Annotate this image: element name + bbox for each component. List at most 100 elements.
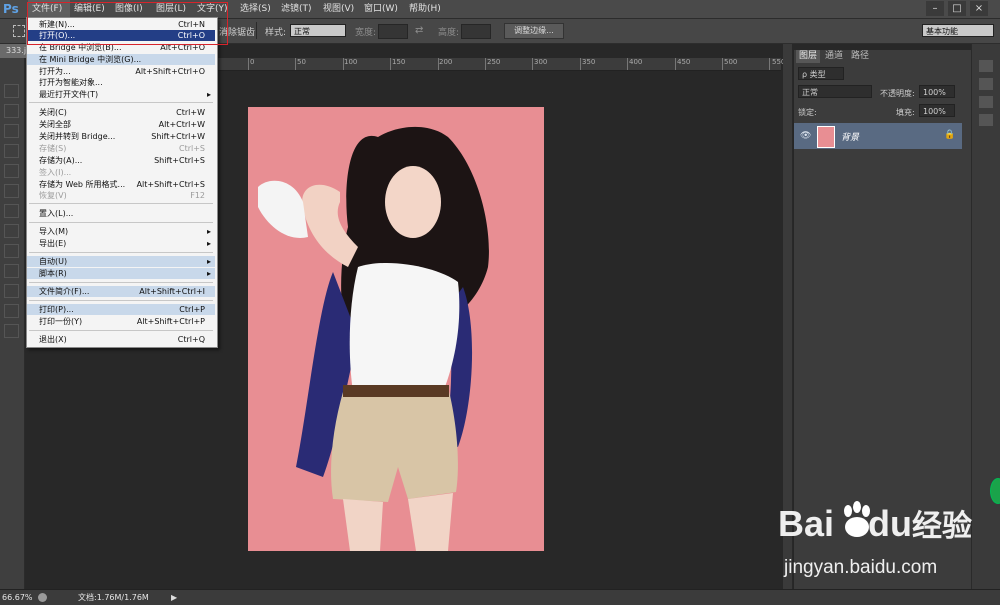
opacity-input[interactable]: 100% (919, 85, 955, 98)
menu-item-browse-mini-bridge[interactable]: 在 Mini Bridge 中浏览(G)... (27, 54, 215, 65)
workspace-select[interactable]: 基本功能 (922, 24, 994, 37)
tab-paths[interactable]: 路径 (848, 50, 872, 63)
tool-eraser-icon[interactable] (4, 284, 19, 298)
panel-icon[interactable] (979, 78, 993, 90)
menu-separator (29, 222, 213, 223)
status-icon[interactable] (38, 593, 47, 602)
swap-icon[interactable]: ⇄ (415, 25, 423, 36)
baidu-jingyan-watermark: Bai du经验 jingyan.baidu.com (778, 495, 988, 590)
document-size-info: 文档:1.76M/1.76M (78, 593, 149, 602)
menu-separator (29, 330, 213, 331)
tool-history-brush-icon[interactable] (4, 264, 19, 278)
menu-item-save-as[interactable]: 存储为(A)... Shift+Ctrl+S (27, 155, 215, 166)
layer-thumbnail (817, 126, 835, 148)
menu-item-automate[interactable]: 自动(U) ▸ (27, 256, 215, 267)
menu-item-close-go-bridge[interactable]: 关闭并转到 Bridge... Shift+Ctrl+W (27, 131, 215, 142)
tool-dodge-icon[interactable] (4, 324, 19, 338)
tool-marquee-icon[interactable] (4, 104, 19, 118)
tab-channels[interactable]: 通道 (822, 50, 846, 63)
watermark-brand: Bai (778, 503, 835, 544)
submenu-arrow-icon: ▸ (206, 90, 211, 99)
window-controls: – □ × (926, 1, 996, 17)
width-input[interactable] (378, 24, 408, 39)
tool-crop-icon[interactable] (4, 164, 19, 178)
visibility-eye-icon[interactable]: 👁 (800, 131, 811, 141)
ruler-tick (532, 58, 534, 70)
submenu-arrow-icon: ▸ (206, 257, 211, 266)
menu-view[interactable]: 视图(V) (323, 0, 354, 18)
refine-edge-button[interactable]: 调整边缘... (504, 23, 564, 39)
menu-item-check-in: 签入(I)... (39, 168, 72, 177)
ruler-tick (248, 58, 249, 70)
opacity-label: 不透明度: (880, 89, 915, 98)
menu-item-export[interactable]: 导出(E) ▸ (27, 238, 215, 249)
watermark-url: jingyan.baidu.com (784, 557, 938, 578)
submenu-arrow-icon: ▸ (206, 269, 211, 278)
tool-move-icon[interactable] (4, 84, 19, 98)
close-button[interactable]: × (970, 1, 988, 16)
menu-item-import[interactable]: 导入(M) ▸ (27, 226, 215, 237)
menu-item-scripts[interactable]: 脚本(R) ▸ (27, 268, 215, 279)
menu-window[interactable]: 窗口(W) (364, 0, 398, 18)
minimize-button[interactable]: – (926, 1, 944, 16)
separator (256, 22, 257, 39)
menu-item-file-info[interactable]: 文件简介(F)... Alt+Shift+Ctrl+I (27, 286, 215, 297)
floating-green-button[interactable] (990, 478, 1000, 504)
menu-item-close-all[interactable]: 关闭全部 Alt+Ctrl+W (27, 119, 215, 130)
document-image[interactable] (248, 107, 544, 551)
menu-item-close[interactable]: 关闭(C) Ctrl+W (27, 107, 215, 118)
panel-icon[interactable] (979, 60, 993, 72)
menu-item-place[interactable]: 置入(L)... (27, 208, 215, 219)
menu-item-save: 存储(S) Ctrl+S (39, 144, 205, 153)
layer-filter-select[interactable]: ρ 类型 (798, 67, 844, 80)
tool-gradient-icon[interactable] (4, 304, 19, 318)
menu-item-open-smart-object[interactable]: 打开为智能对象... (27, 77, 215, 88)
blend-mode-select[interactable]: 正常 (798, 85, 872, 98)
ruler-label: 0 (250, 58, 255, 66)
menu-item-print-one-copy[interactable]: 打印一份(Y) Alt+Shift+Ctrl+P (27, 316, 215, 327)
menu-item-save-for-web[interactable]: 存储为 Web 所用格式... Alt+Shift+Ctrl+S (27, 179, 215, 190)
menu-item-open-as[interactable]: 打开为... Alt+Shift+Ctrl+O (27, 66, 215, 77)
tab-layers[interactable]: 图层 (796, 50, 821, 63)
menu-item-print[interactable]: 打印(P)... Ctrl+P (27, 304, 215, 315)
maximize-button[interactable]: □ (948, 1, 966, 16)
ruler-label: 50 (297, 58, 306, 66)
layer-name[interactable]: 背景 (841, 130, 859, 143)
panel-icon[interactable] (979, 96, 993, 108)
ruler-label: 400 (629, 58, 643, 66)
portrait-photo (248, 107, 544, 551)
menu-filter[interactable]: 滤镜(T) (281, 0, 312, 18)
zoom-level[interactable]: 66.67% (2, 591, 33, 604)
marquee-tool-icon[interactable] (13, 25, 25, 37)
panel-icon[interactable] (979, 114, 993, 126)
watermark-suffix: 经验 (912, 510, 973, 543)
menu-select[interactable]: 选择(S) (240, 0, 271, 18)
menu-item-exit[interactable]: 退出(X) Ctrl+Q (27, 334, 215, 345)
tool-brush-icon[interactable] (4, 224, 19, 238)
style-select[interactable]: 正常 (290, 24, 346, 37)
tool-stamp-icon[interactable] (4, 244, 19, 258)
layer-row[interactable]: 👁 背景 🔒 (794, 123, 962, 149)
tool-healing-icon[interactable] (4, 204, 19, 218)
ruler-tick (295, 58, 297, 70)
ruler-tick (390, 58, 392, 70)
height-input[interactable] (461, 24, 491, 39)
ruler-label: 350 (582, 58, 596, 66)
ruler-label: 500 (724, 58, 738, 66)
menu-separator (29, 203, 213, 204)
menu-separator (29, 300, 213, 301)
ruler-tick (627, 58, 629, 70)
status-menu-arrow-icon[interactable]: ▶ (171, 593, 177, 602)
fill-input[interactable]: 100% (919, 104, 955, 117)
ruler-label: 100 (344, 58, 358, 66)
ruler-label: 450 (677, 58, 691, 66)
tool-lasso-icon[interactable] (4, 124, 19, 138)
ruler-tick (769, 58, 771, 70)
menu-item-recent-files[interactable]: 最近打开文件(T) ▸ (27, 89, 215, 100)
tool-quick-select-icon[interactable] (4, 144, 19, 158)
tool-eyedropper-icon[interactable] (4, 184, 19, 198)
ruler-tick (579, 58, 581, 70)
menu-help[interactable]: 帮助(H) (409, 0, 441, 18)
lock-icon: 🔒 (944, 130, 956, 140)
height-label: 高度: (438, 28, 460, 38)
